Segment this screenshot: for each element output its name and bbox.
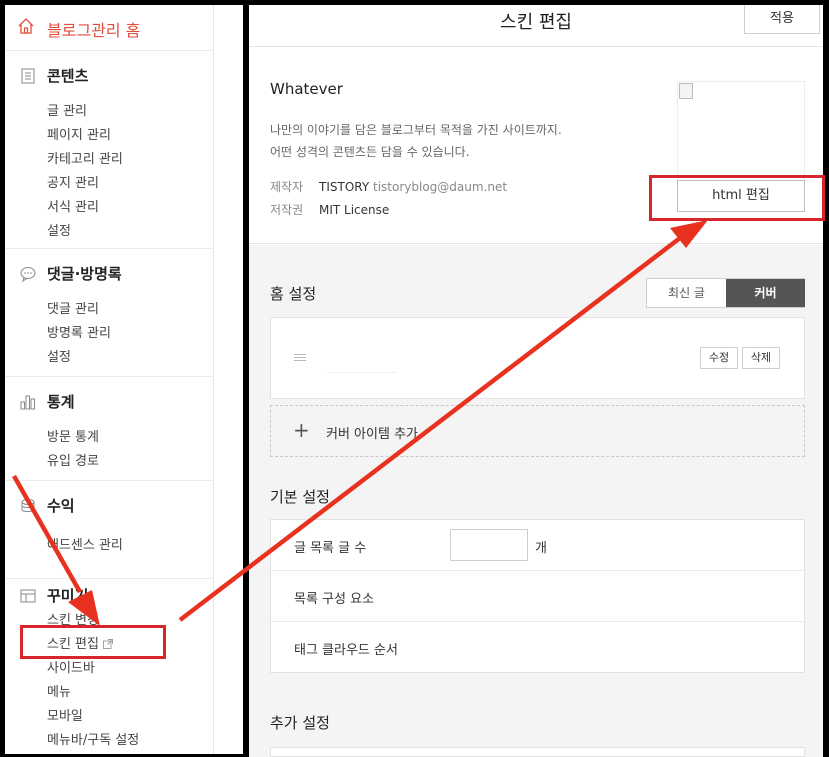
author-email: tistoryblog@daum.net [373, 180, 508, 194]
speech-bubble-icon [20, 267, 36, 283]
unit-label: 개 [535, 541, 547, 556]
editor-header: 스킨 편집 적용 [249, 5, 823, 47]
sidebar-item-notice-manage[interactable]: 공지 관리 [47, 172, 99, 191]
skin-description-line: 어떤 성격의 콘텐츠든 담을 수 있습니다. [270, 145, 470, 159]
sidebar-section-title: 통계 [47, 393, 75, 411]
sidebar-section-customize: 꾸미기 스킨 변경 스킨 편집 사이드바 메뉴 모바일 메뉴바/구독 설정 [5, 579, 213, 754]
sidebar-item-mobile[interactable]: 모바일 [47, 705, 83, 724]
skin-description-line: 나만의 이야기를 담은 블로그부터 목적을 가진 사이트까지. [270, 123, 562, 137]
sidebar-item-menu[interactable]: 메뉴 [47, 681, 71, 700]
license-value: MIT License [319, 203, 390, 217]
skin-license-row: 저작권 MIT License [270, 201, 389, 218]
sidebar-item-category-manage[interactable]: 카테고리 관리 [47, 148, 123, 167]
delete-button[interactable]: 삭제 [742, 347, 780, 369]
page-title: 스킨 편집 [500, 12, 572, 33]
home-mode-toggle: 최신 글 커버 [646, 278, 805, 308]
sidebar-item-content-settings[interactable]: 설정 [47, 220, 71, 239]
sidebar-item-adsense-manage[interactable]: 애드센스 관리 [47, 534, 123, 553]
sidebar-item-comment-settings[interactable]: 설정 [47, 346, 71, 365]
posts-per-page-label: 글 목록 글 수 [294, 541, 367, 556]
sidebar-home-label: 블로그관리 홈 [47, 21, 141, 40]
sidebar-item-comment-manage[interactable]: 댓글 관리 [47, 298, 99, 317]
annotation-box-html-edit [649, 175, 825, 221]
skin-editor-panel: 스킨 편집 적용 Whatever 나만의 이야기를 담은 블로그부터 목적을 … [249, 5, 823, 757]
coins-icon [21, 499, 35, 512]
basic-settings-title: 기본 설정 [270, 488, 330, 506]
layout-icon [20, 589, 36, 603]
sidebar-home-link[interactable]: 블로그관리 홈 [5, 5, 213, 51]
extra-settings-card [270, 747, 805, 757]
sidebar-section-stats: 통계 방문 통계 유입 경로 [5, 377, 213, 481]
sidebar-section-comments: 댓글·방명록 댓글 관리 방명록 관리 설정 [5, 249, 213, 377]
sidebar-section-title: 수익 [47, 497, 75, 515]
extra-settings-title: 추가 설정 [270, 714, 330, 732]
license-label: 저작권 [270, 203, 304, 217]
sidebar-divider [213, 5, 214, 754]
home-settings-title: 홈 설정 [270, 285, 317, 303]
basic-settings-card: 글 목록 글 수 개 목록 구성 요소 태그 클라우드 순서 [270, 519, 806, 673]
cover-item-name [327, 372, 397, 373]
document-icon [21, 68, 35, 84]
plus-icon: + [293, 418, 310, 442]
toggle-cover[interactable]: 커버 [726, 279, 805, 307]
drag-handle-icon[interactable] [294, 354, 306, 364]
author-name: TISTORY [319, 180, 370, 194]
skin-description: 나만의 이야기를 담은 블로그부터 목적을 가진 사이트까지. 어떤 성격의 콘… [270, 119, 562, 163]
broken-image-icon [679, 83, 693, 99]
sidebar-section-title: 댓글·방명록 [47, 265, 122, 283]
sidebar-item-template-manage[interactable]: 서식 관리 [47, 196, 99, 215]
apply-button[interactable]: 적용 [744, 5, 820, 34]
sidebar-item-page-manage[interactable]: 페이지 관리 [47, 124, 111, 143]
sidebar-item-post-manage[interactable]: 글 관리 [47, 100, 87, 119]
sidebar-item-menubar-subscribe[interactable]: 메뉴바/구독 설정 [47, 729, 139, 748]
sidebar-item-visit-stats[interactable]: 방문 통계 [47, 426, 99, 445]
posts-per-page-row: 글 목록 글 수 개 [271, 520, 806, 571]
list-components-row[interactable]: 목록 구성 요소 [271, 571, 806, 622]
home-icon [18, 18, 34, 34]
add-cover-label: 커버 아이템 추가 [326, 427, 418, 442]
sidebar-section-revenue: 수익 애드센스 관리 [5, 481, 213, 579]
posts-per-page-input[interactable] [450, 529, 528, 561]
skin-name: Whatever [270, 80, 343, 98]
annotation-box-skin-edit [20, 625, 166, 659]
sidebar-item-guestbook-manage[interactable]: 방명록 관리 [47, 322, 111, 341]
tag-cloud-order-row[interactable]: 태그 클라우드 순서 [271, 622, 806, 673]
list-components-label: 목록 구성 요소 [294, 592, 375, 607]
sidebar-section-title: 꾸미기 [47, 587, 89, 605]
skin-thumbnail [677, 81, 805, 181]
author-label: 제작자 [270, 180, 304, 194]
toggle-latest-posts[interactable]: 최신 글 [647, 279, 726, 307]
tag-cloud-order-label: 태그 클라우드 순서 [294, 643, 398, 658]
sidebar-section-title: 콘텐츠 [47, 67, 89, 85]
bar-chart-icon [20, 395, 35, 410]
edit-button[interactable]: 수정 [700, 347, 738, 369]
cover-item-card: 수정 삭제 [270, 317, 805, 399]
sidebar-item-sidebar[interactable]: 사이드바 [47, 657, 95, 676]
add-cover-item-button[interactable]: + 커버 아이템 추가 [270, 405, 805, 457]
sidebar-item-referrer[interactable]: 유입 경로 [47, 450, 99, 469]
skin-author-row: 제작자 TISTORY tistoryblog@daum.net [270, 178, 507, 195]
sidebar-section-content: 콘텐츠 글 관리 페이지 관리 카테고리 관리 공지 관리 서식 관리 설정 [5, 51, 213, 249]
